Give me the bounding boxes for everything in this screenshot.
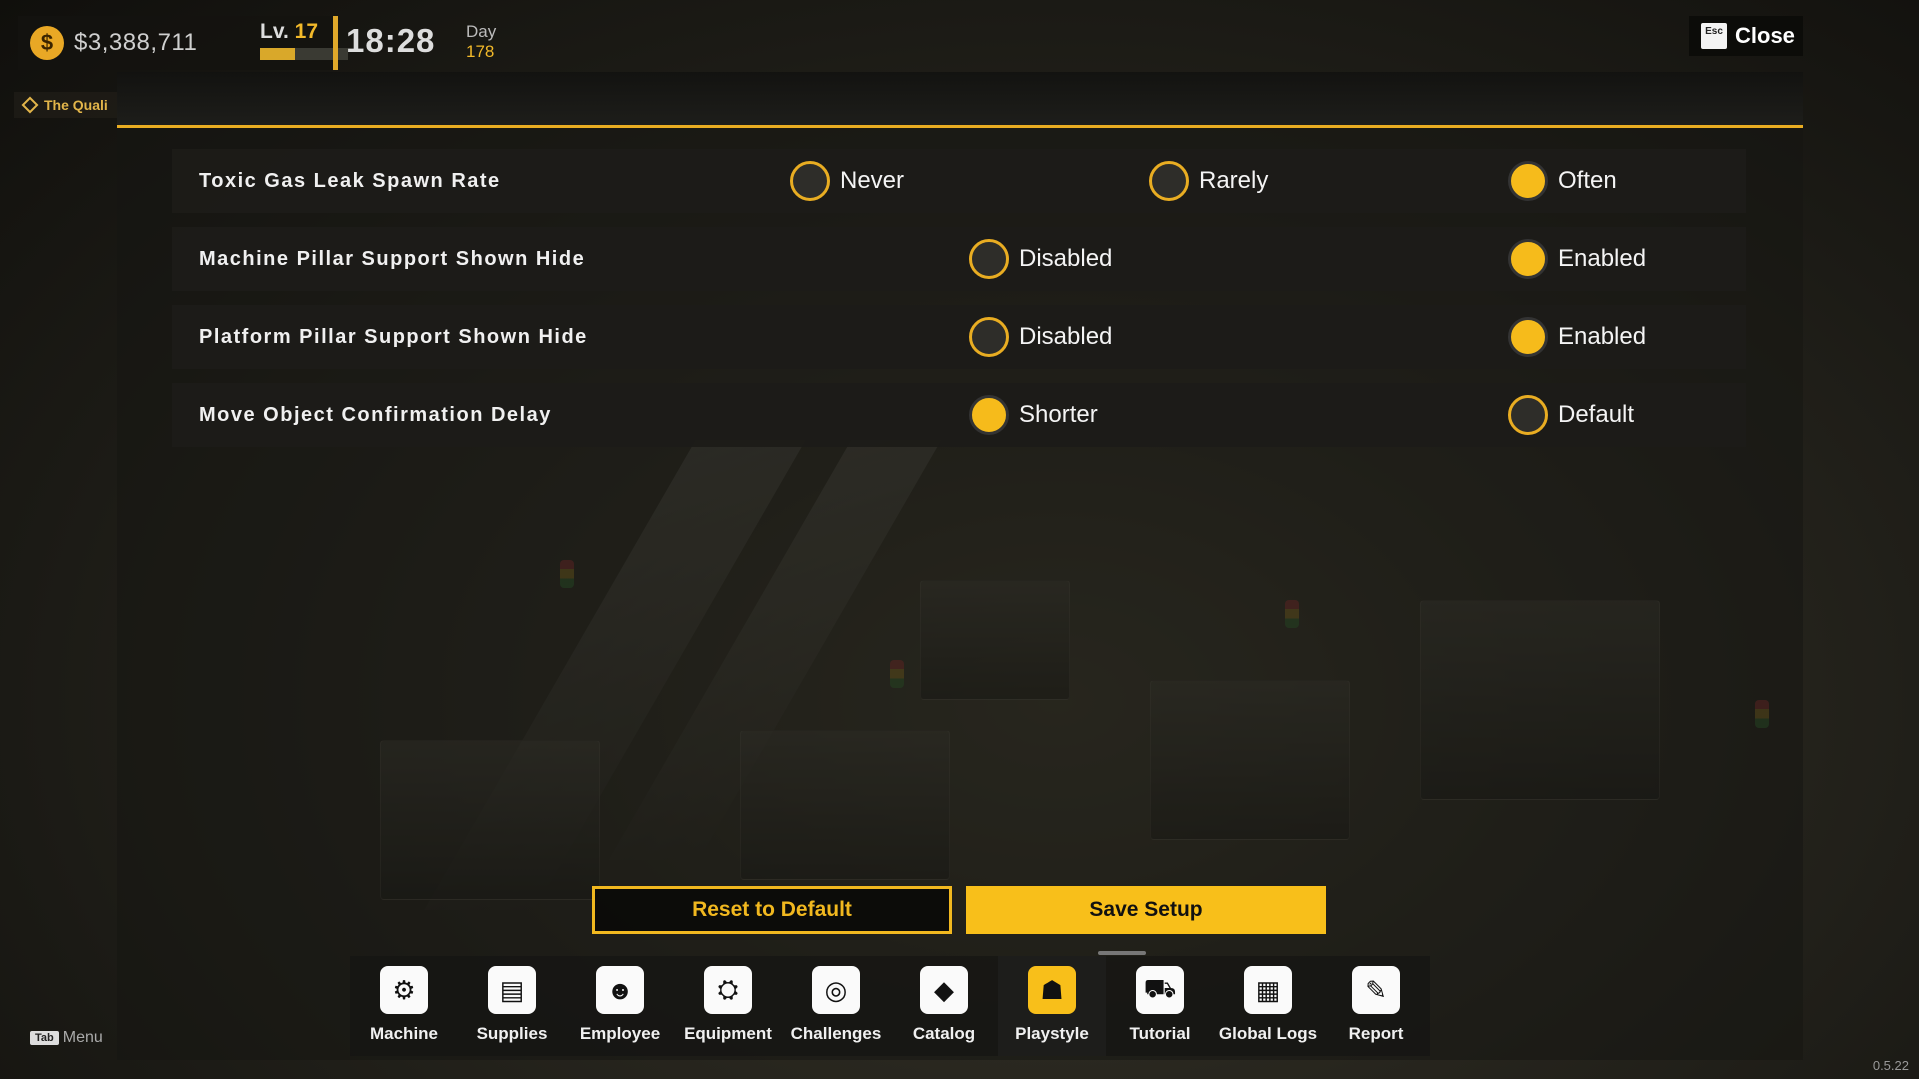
machine-icon: ⚙ (380, 966, 428, 1014)
money-value: $3,388,711 (74, 29, 198, 56)
money-display: $ $3,388,711 (18, 16, 234, 70)
nav-supplies[interactable]: ▤ Supplies (458, 956, 566, 1056)
report-icon: ✎ (1352, 966, 1400, 1014)
nav-label: Challenges (790, 1024, 882, 1043)
option-shorter[interactable]: Shorter (969, 383, 1098, 447)
option-enabled[interactable]: Enabled (1508, 227, 1646, 291)
xp-bar-fill (260, 48, 296, 60)
option-label: Rarely (1199, 167, 1269, 194)
option-rarely[interactable]: Rarely (1149, 149, 1268, 213)
option-label: Often (1558, 167, 1617, 194)
radio-button[interactable] (790, 161, 830, 201)
challenges-icon: ◎ (812, 966, 860, 1014)
radio-button[interactable] (969, 395, 1009, 435)
nav-challenges[interactable]: ◎ Challenges (782, 956, 890, 1056)
day-counter: Day 178 (466, 22, 496, 62)
option-label: Disabled (1019, 323, 1113, 350)
nav-employee[interactable]: ☻ Employee (566, 956, 674, 1056)
nav-label: Employee (579, 1024, 661, 1043)
level-text: Lv. 17 (260, 20, 334, 44)
coin-icon: $ (30, 26, 64, 60)
tab-key-icon: Tab (30, 1031, 59, 1045)
nav-label: Global Logs (1218, 1024, 1318, 1043)
truck-icon: ⛟ (1136, 966, 1184, 1014)
logs-icon: ▦ (1244, 966, 1292, 1014)
setting-label: Platform Pillar Support Shown Hide (199, 326, 588, 348)
day-number: 178 (466, 42, 495, 61)
radio-button[interactable] (1508, 239, 1548, 279)
option-never[interactable]: Never (790, 149, 904, 213)
settings-panel (117, 72, 1803, 1060)
nav-tutorial[interactable]: ⛟ Tutorial (1106, 956, 1214, 1056)
day-label: Day (466, 22, 497, 41)
hud-divider (333, 16, 338, 70)
option-label: Enabled (1558, 245, 1647, 272)
quest-title: The Quali (44, 97, 108, 113)
option-often[interactable]: Often (1508, 149, 1617, 213)
option-default[interactable]: Default (1508, 383, 1634, 447)
quest-tracker[interactable]: The Quali (14, 92, 118, 118)
esc-key-icon: Esc (1701, 23, 1727, 49)
close-label: Close (1735, 23, 1795, 48)
nav-label: Machine (369, 1024, 439, 1043)
menu-label: Menu (62, 1029, 103, 1046)
nav-label: Equipment (684, 1024, 772, 1043)
setting-label: Machine Pillar Support Shown Hide (199, 248, 586, 270)
option-label: Never (840, 167, 905, 194)
radio-button[interactable] (969, 239, 1009, 279)
setting-row-platform-pillar: Platform Pillar Support Shown Hide Disab… (172, 305, 1746, 369)
setting-row-machine-pillar: Machine Pillar Support Shown Hide Disabl… (172, 227, 1746, 291)
setting-label: Toxic Gas Leak Spawn Rate (199, 170, 501, 192)
radio-button[interactable] (1508, 395, 1548, 435)
nav-playstyle[interactable]: ☗ Playstyle (998, 956, 1106, 1056)
quest-icon (21, 96, 39, 114)
nav-label: Report (1348, 1024, 1404, 1043)
panel-header (117, 72, 1803, 128)
nav-label: Catalog (912, 1024, 976, 1043)
equipment-icon: ⛭ (704, 966, 752, 1014)
employee-icon: ☻ (596, 966, 644, 1014)
nav-active-indicator (1098, 951, 1146, 955)
radio-button[interactable] (1149, 161, 1189, 201)
nav-label: Tutorial (1129, 1024, 1191, 1043)
radio-button[interactable] (1508, 317, 1548, 357)
option-enabled[interactable]: Enabled (1508, 305, 1646, 369)
nav-catalog[interactable]: ◆ Catalog (890, 956, 998, 1056)
level-prefix: Lv. (260, 20, 289, 43)
radio-button[interactable] (1508, 161, 1548, 201)
nav-global-logs[interactable]: ▦ Global Logs (1214, 956, 1322, 1056)
supplies-icon: ▤ (488, 966, 536, 1014)
nav-label: Playstyle (1015, 1024, 1089, 1043)
reset-to-default-button[interactable]: Reset to Default (592, 886, 952, 934)
setting-row-toxic-gas: Toxic Gas Leak Spawn Rate Never Rarely O… (172, 149, 1746, 213)
option-label: Disabled (1019, 245, 1113, 272)
diamond-icon: ◆ (920, 966, 968, 1014)
radio-button[interactable] (969, 317, 1009, 357)
option-label: Enabled (1558, 323, 1647, 350)
nav-machine[interactable]: ⚙ Machine (350, 956, 458, 1056)
menu-shortcut[interactable]: Tab Menu (30, 1029, 103, 1047)
game-clock: 18:28 (346, 22, 436, 59)
nav-report[interactable]: ✎ Report (1322, 956, 1430, 1056)
option-disabled[interactable]: Disabled (969, 227, 1112, 291)
gamepad-icon: ☗ (1028, 966, 1076, 1014)
level-display: Lv. 17 (234, 16, 348, 70)
setting-label: Move Object Confirmation Delay (199, 404, 552, 426)
level-number: 17 (294, 20, 318, 43)
option-label: Shorter (1019, 401, 1098, 428)
save-setup-button[interactable]: Save Setup (966, 886, 1326, 934)
bottom-nav-bar: ⚙ Machine ▤ Supplies ☻ Employee ⛭ Equipment … (350, 956, 1430, 1056)
close-button[interactable]: Esc Close (1689, 16, 1803, 56)
setting-row-move-delay: Move Object Confirmation Delay Shorter D… (172, 383, 1746, 447)
option-label: Default (1558, 401, 1635, 428)
version-label: 0.5.22 (1872, 1058, 1909, 1073)
nav-label: Supplies (476, 1024, 548, 1043)
option-disabled[interactable]: Disabled (969, 305, 1112, 369)
nav-equipment[interactable]: ⛭ Equipment (674, 956, 782, 1056)
